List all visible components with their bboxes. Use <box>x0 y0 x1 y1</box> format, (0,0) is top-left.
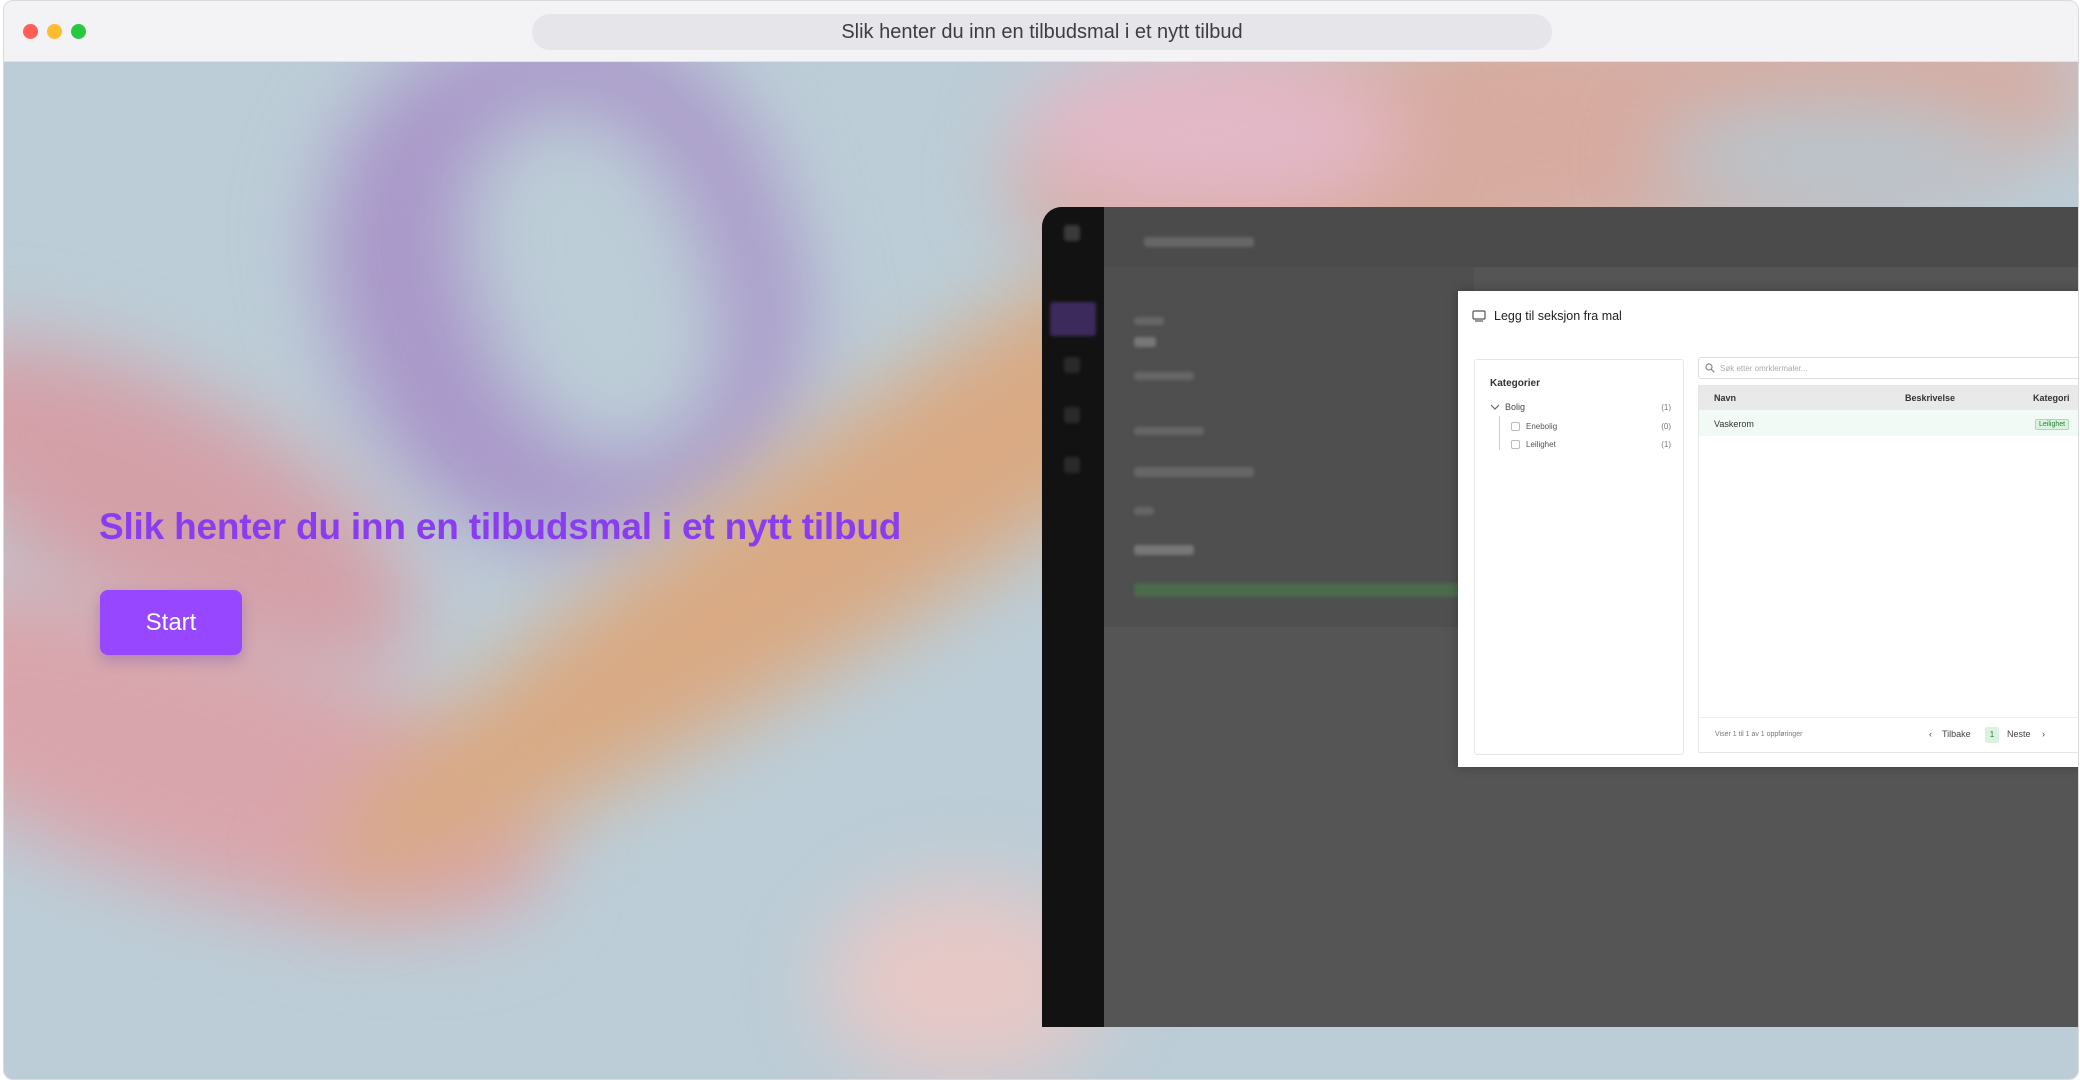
template-search-input[interactable]: Søk etter omrklermaler... <box>1698 357 2078 379</box>
template-modal: Legg til seksjon fra mal Kategorier Boli… <box>1458 291 2078 767</box>
category-heading: Kategorier <box>1490 378 1541 389</box>
column-header-kategori[interactable]: Kategori <box>2033 393 2070 403</box>
modal-title: Legg til seksjon fra mal <box>1472 309 1622 323</box>
hero-headline: Slik henter du inn en tilbudsmal i et ny… <box>99 506 902 547</box>
checkbox[interactable] <box>1511 440 1520 449</box>
app-text <box>1134 507 1154 515</box>
app-sidebar <box>1042 207 1104 1027</box>
modal-title-text: Legg til seksjon fra mal <box>1494 309 1622 323</box>
app-highlight-row <box>1134 583 1464 597</box>
sidebar-item <box>1064 357 1080 373</box>
category-item-enebolig[interactable]: Enebolig (0) <box>1511 422 1671 431</box>
tree-connector <box>1499 416 1500 450</box>
category-panel: Kategorier Bolig (1) Enebolig (0) Leilig… <box>1474 359 1684 755</box>
sidebar-logo <box>1064 225 1080 241</box>
pagination-info: Viser 1 til 1 av 1 oppføringer <box>1715 731 1803 738</box>
start-button[interactable]: Start <box>100 590 242 655</box>
template-icon <box>1472 310 1486 322</box>
title-bar: Slik henter du inn en tilbudsmal i et ny… <box>4 1 2078 62</box>
app-text <box>1134 372 1194 380</box>
maximize-window-icon[interactable] <box>71 24 86 39</box>
search-placeholder: Søk etter omrklermaler... <box>1720 363 1808 373</box>
app-text <box>1134 467 1254 477</box>
table-header: Navn Beskrivelse Kategori <box>1699 386 2078 410</box>
cell-navn: Vaskerom <box>1714 419 1754 429</box>
category-label: Leilighet <box>1526 440 1556 449</box>
checkbox[interactable] <box>1511 422 1520 431</box>
prev-page-button[interactable]: Tilbake <box>1942 729 1971 739</box>
sidebar-item <box>1064 407 1080 423</box>
close-window-icon[interactable] <box>23 24 38 39</box>
category-item-leilighet[interactable]: Leilighet (1) <box>1511 440 1671 449</box>
category-item-bolig[interactable]: Bolig (1) <box>1489 402 1671 412</box>
app-text <box>1134 545 1194 555</box>
sidebar-item <box>1064 457 1080 473</box>
category-count: (0) <box>1661 422 1671 431</box>
category-label: Bolig <box>1505 402 1526 412</box>
search-icon <box>1705 363 1715 373</box>
chevron-down-icon[interactable] <box>1489 402 1501 412</box>
category-count: (1) <box>1661 440 1671 449</box>
pagination: Viser 1 til 1 av 1 oppføringer ‹ Tilbake… <box>1699 717 2078 752</box>
chevron-right-icon[interactable]: › <box>2042 729 2045 739</box>
browser-window: Slik henter du inn en tilbudsmal i et ny… <box>3 0 2079 1080</box>
minimize-window-icon[interactable] <box>47 24 62 39</box>
column-header-beskrivelse[interactable]: Beskrivelse <box>1905 393 1955 403</box>
address-bar[interactable]: Slik henter du inn en tilbudsmal i et ny… <box>532 14 1552 50</box>
table-row[interactable]: Vaskerom Leilighet <box>1699 410 2078 436</box>
app-text <box>1134 317 1164 325</box>
address-bar-text: Slik henter du inn en tilbudsmal i et ny… <box>841 20 1243 43</box>
app-text <box>1134 427 1204 435</box>
chevron-left-icon[interactable]: ‹ <box>1929 729 1932 739</box>
template-table: Navn Beskrivelse Kategori Vaskerom Leili… <box>1698 385 2078 753</box>
background-shape <box>1654 102 2014 212</box>
app-breadcrumb <box>1144 237 1254 247</box>
sidebar-item <box>1050 302 1096 336</box>
next-page-button[interactable]: Neste <box>2007 729 2031 739</box>
column-header-navn[interactable]: Navn <box>1714 393 1736 403</box>
app-offer-card <box>1104 267 1474 627</box>
app-topbar <box>1104 207 2078 267</box>
category-label: Enebolig <box>1526 422 1558 431</box>
current-page[interactable]: 1 <box>1985 727 1999 743</box>
category-count: (1) <box>1661 402 1671 412</box>
app-text <box>1134 337 1156 347</box>
category-badge: Leilighet <box>2035 419 2070 430</box>
